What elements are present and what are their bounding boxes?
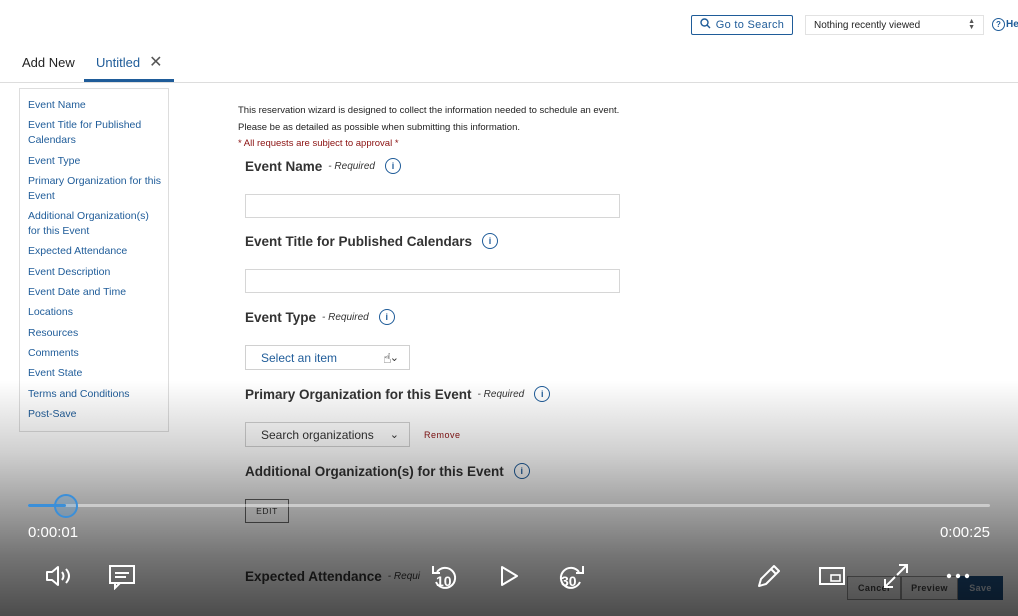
video-controls: 0:00:01 0:00:25 10 30: [0, 480, 1018, 616]
wizard-intro: This reservation wizard is designed to c…: [238, 103, 619, 153]
skip-forward-seconds: 30: [561, 573, 577, 589]
volume-icon[interactable]: [45, 564, 73, 588]
more-options-icon[interactable]: [945, 572, 973, 580]
additional-org-heading: Additional Organization(s) for this Even…: [245, 463, 530, 479]
total-time: 0:00:25: [939, 524, 990, 541]
active-tab-indicator: [84, 79, 174, 82]
info-icon[interactable]: i: [385, 158, 401, 174]
hand-cursor-icon: ☝: [383, 350, 392, 366]
event-title-heading: Event Title for Published Calendars i: [245, 233, 499, 249]
seek-track[interactable]: [28, 504, 990, 507]
required-marker: - Required: [328, 160, 375, 172]
sidebar-item-event-date-time[interactable]: Event Date and Time: [28, 285, 162, 300]
primary-org-label: Primary Organization for this Event: [245, 386, 472, 402]
current-time: 0:00:01: [28, 524, 79, 541]
required-marker: - Required: [322, 311, 369, 323]
go-to-search-label: Go to Search: [715, 19, 785, 31]
captions-icon[interactable]: [108, 564, 136, 590]
info-icon[interactable]: i: [482, 233, 499, 249]
primary-org-heading: Primary Organization for this Event - Re…: [245, 386, 551, 402]
primary-org-select[interactable]: Search organizations ⌄: [245, 422, 410, 447]
tab-untitled-label: Untitled: [96, 55, 141, 70]
help-icon: ?: [992, 18, 1005, 31]
sidebar-item-expected-attendance[interactable]: Expected Attendance: [28, 244, 162, 259]
info-icon[interactable]: i: [513, 463, 530, 479]
primary-org-placeholder: Search organizations: [261, 427, 374, 442]
event-title-input[interactable]: [245, 269, 620, 293]
go-to-search-button[interactable]: Go to Search: [691, 15, 793, 35]
additional-org-label: Additional Organization(s) for this Even…: [245, 463, 504, 479]
event-title-label: Event Title for Published Calendars: [245, 233, 473, 249]
info-icon[interactable]: i: [534, 386, 551, 402]
sidebar-item-event-description[interactable]: Event Description: [28, 265, 162, 280]
tab-add-new-label: Add New: [22, 55, 75, 70]
recently-viewed-value: Nothing recently viewed: [814, 19, 921, 31]
required-marker: - Required: [477, 388, 525, 400]
sidebar-item-event-state[interactable]: Event State: [28, 366, 162, 381]
search-icon: [700, 18, 711, 32]
help-label: He: [1006, 19, 1018, 30]
picture-in-picture-icon[interactable]: [818, 566, 846, 586]
info-icon[interactable]: i: [378, 309, 395, 325]
event-type-placeholder: Select an item: [261, 350, 338, 365]
tab-bar: Add New Untitled ✕: [0, 44, 1018, 83]
sidebar-item-additional-org[interactable]: Additional Organization(s) for this Even…: [28, 209, 162, 239]
top-bar: Go to Search Nothing recently viewed ▲ ▼ …: [0, 0, 1018, 40]
help-link[interactable]: ? He: [992, 18, 1018, 31]
sidebar-item-event-title[interactable]: Event Title for Published Calendars: [28, 118, 162, 148]
sidebar-item-locations[interactable]: Locations: [28, 305, 162, 320]
sidebar-item-comments[interactable]: Comments: [28, 346, 162, 361]
event-name-heading: Event Name - Required i: [245, 158, 401, 174]
tab-untitled[interactable]: Untitled ✕: [96, 54, 162, 70]
intro-line-1: This reservation wizard is designed to c…: [238, 105, 620, 116]
event-type-label: Event Type: [245, 309, 317, 325]
sidebar-item-post-save[interactable]: Post-Save: [28, 407, 162, 422]
skip-back-seconds: 10: [436, 573, 452, 589]
close-icon[interactable]: ✕: [149, 54, 162, 70]
sidebar-item-event-name[interactable]: Event Name: [28, 98, 162, 113]
sidebar-item-event-type[interactable]: Event Type: [28, 154, 162, 169]
sidebar-item-terms[interactable]: Terms and Conditions: [28, 387, 162, 402]
play-icon[interactable]: [498, 564, 520, 588]
pencil-icon[interactable]: [755, 562, 783, 590]
tab-add-new[interactable]: Add New: [22, 55, 75, 70]
remove-org-link[interactable]: Remove: [424, 430, 461, 440]
fullscreen-icon[interactable]: [882, 562, 910, 590]
seek-handle[interactable]: [54, 494, 79, 518]
event-type-heading: Event Type - Required i: [245, 309, 395, 325]
event-name-label: Event Name: [245, 158, 323, 174]
sidebar-item-primary-org[interactable]: Primary Organization for this Event: [28, 174, 162, 204]
sidebar-item-resources[interactable]: Resources: [28, 326, 162, 341]
recently-viewed-select[interactable]: Nothing recently viewed ▲ ▼: [805, 15, 984, 35]
intro-line-2: Please be as detailed as possible when s…: [238, 121, 520, 133]
approval-note: * All requests are subject to approval *: [238, 138, 399, 149]
chevron-down-icon: ⌄: [389, 429, 399, 441]
section-nav: Event Name Event Title for Published Cal…: [19, 88, 169, 432]
event-name-input[interactable]: [245, 194, 620, 218]
select-arrows-icon: ▲ ▼: [968, 18, 975, 31]
